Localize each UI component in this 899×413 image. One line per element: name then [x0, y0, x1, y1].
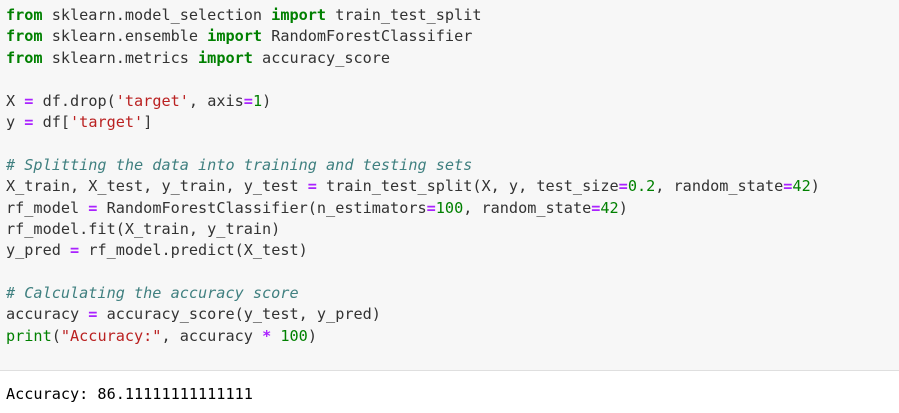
code-token: 0.2 [627, 177, 656, 196]
code-line: X_train, X_test, y_train, y_test = train… [6, 176, 899, 197]
code-token: train_test_split(X, y, test_size [316, 177, 619, 196]
code-token: 1 [252, 91, 263, 110]
code-token: sklearn.model_selection [42, 6, 272, 24]
code-token: accuracy_score(y_test, y_pred) [97, 305, 381, 324]
code-line: # Calculating the accuracy score [6, 283, 899, 304]
code-token: ) [262, 91, 272, 110]
code-token: from [6, 6, 43, 24]
code-line: print("Accuracy:", accuracy * 100) [6, 326, 899, 347]
code-token: = [70, 241, 80, 260]
code-token: accuracy [6, 305, 89, 324]
code-token: sklearn.ensemble [42, 27, 208, 46]
code-token: RandomForestClassifier(n_estimators [97, 198, 427, 217]
code-token: 'target' [115, 91, 189, 110]
code-token: 'target' [70, 112, 144, 131]
code-token: ( [51, 326, 61, 345]
code-token: 100 [280, 326, 308, 345]
code-token: * [262, 326, 272, 345]
code-token: import [207, 27, 263, 46]
code-line: # Splitting the data into training and t… [6, 155, 899, 176]
code-line: y = df['target'] [6, 112, 899, 133]
code-token: ) [307, 326, 317, 345]
code-token: df[ [33, 112, 71, 131]
code-token: X_train, X_test, y_train, y_test [6, 177, 308, 196]
code-token: = [243, 91, 253, 110]
code-token: # Calculating the accuracy score [6, 284, 299, 303]
code-token: y_pred [6, 241, 71, 260]
code-token: ] [143, 112, 153, 131]
code-token: , random_state [655, 177, 784, 196]
code-token: 100 [435, 198, 464, 217]
code-line: rf_model = RandomForestClassifier(n_esti… [6, 198, 899, 219]
code-token: = [426, 198, 436, 217]
code-token: X [6, 91, 25, 110]
code-token: ) [810, 177, 820, 196]
code-line: X = df.drop('target', axis=1) [6, 91, 899, 112]
code-token: from [6, 48, 43, 67]
code-token: rf_model.predict(X_test) [79, 241, 308, 260]
code-line: accuracy = accuracy_score(y_test, y_pred… [6, 304, 899, 325]
code-line: from sklearn.metrics import accuracy_sco… [6, 48, 899, 69]
code-token: = [307, 177, 317, 196]
code-token: import [271, 6, 327, 24]
code-line: ​ [6, 262, 899, 283]
code-token: = [618, 177, 628, 196]
output-text: Accuracy: 86.11111111111111 [6, 385, 253, 403]
code-line: ​ [6, 69, 899, 90]
code-token: df.drop( [33, 91, 116, 110]
code-token: print [6, 326, 52, 345]
code-token: rf_model [6, 198, 89, 217]
code-line: rf_model.fit(X_train, y_train) [6, 219, 899, 240]
code-token: , random_state [463, 198, 592, 217]
code-token: # Splitting the data into training and t… [6, 155, 473, 174]
code-cell-input[interactable]: from sklearn.model_selection import trai… [0, 0, 899, 371]
code-token: import [198, 48, 253, 67]
code-line: from sklearn.model_selection import trai… [6, 5, 899, 26]
code-line: y_pred = rf_model.predict(X_test) [6, 240, 899, 261]
code-cell-output: Accuracy: 86.11111111111111 [0, 371, 899, 413]
code-token: sklearn.metrics [42, 48, 199, 67]
code-token: train_test_split [326, 6, 482, 24]
code-editor[interactable]: from sklearn.model_selection import trai… [0, 0, 899, 347]
code-line: from sklearn.ensemble import RandomFores… [6, 26, 899, 47]
code-line: ​ [6, 133, 899, 154]
code-token: 42 [600, 198, 619, 217]
code-token: rf_model.fit(X_train, y_train) [6, 219, 281, 238]
code-token: RandomForestClassifier [262, 27, 473, 46]
code-token: ) [618, 198, 628, 217]
code-token: from [6, 27, 43, 46]
code-token: 42 [792, 177, 811, 196]
code-token: , axis [188, 91, 244, 110]
notebook: from sklearn.model_selection import trai… [0, 0, 899, 413]
code-token: "Accuracy:" [60, 326, 162, 345]
code-token: y [6, 112, 25, 131]
code-token: , accuracy [161, 326, 263, 345]
code-token: accuracy_score [252, 48, 391, 67]
